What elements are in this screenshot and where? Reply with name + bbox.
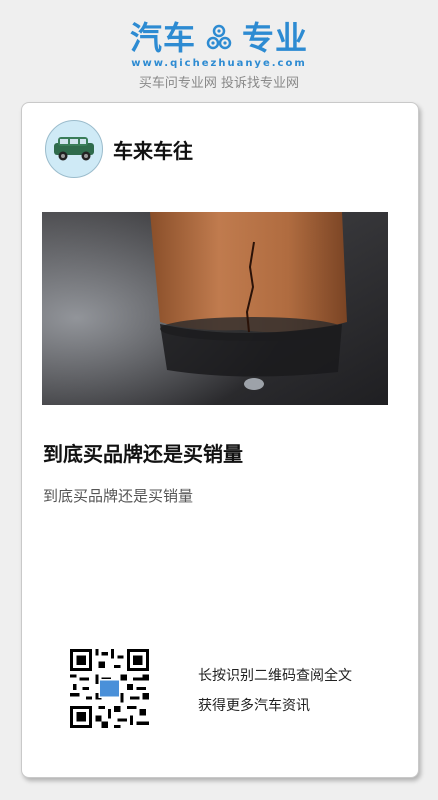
article-photo [42,212,388,405]
car-icon [54,137,94,161]
brand-name-left: 汽车 [129,19,196,57]
brand-logo: 汽车 专业 [0,18,438,58]
site-slogan: 买车问专业网 投诉找专业网 [138,76,300,91]
site-header: 汽车 专业 www.qichezhuanye.com 买车问专业网 投诉找专业网 [0,0,438,100]
author-avatar [45,120,103,178]
site-domain: www.qichezhuanye.com [131,58,307,69]
brand-name-right: 专业 [242,19,309,57]
qr-hint-read-full: 长按识别二维码查阅全文 [198,668,352,684]
qr-hint-more-news: 获得更多汽车资讯 [198,698,310,714]
article-title[interactable]: 到底买品牌还是买销量 [43,438,243,467]
article-image[interactable] [42,212,388,405]
author-name: 车来车往 [113,139,193,163]
gear-icon [206,24,232,50]
qr-code-icon[interactable] [70,649,149,728]
article-summary: 到底买品牌还是买销量 [43,487,194,505]
article-card[interactable]: 车来车往 到底买品牌还是买销量 到底买品牌还是买销量 长按识别二维码查阅全文 获… [21,102,419,778]
